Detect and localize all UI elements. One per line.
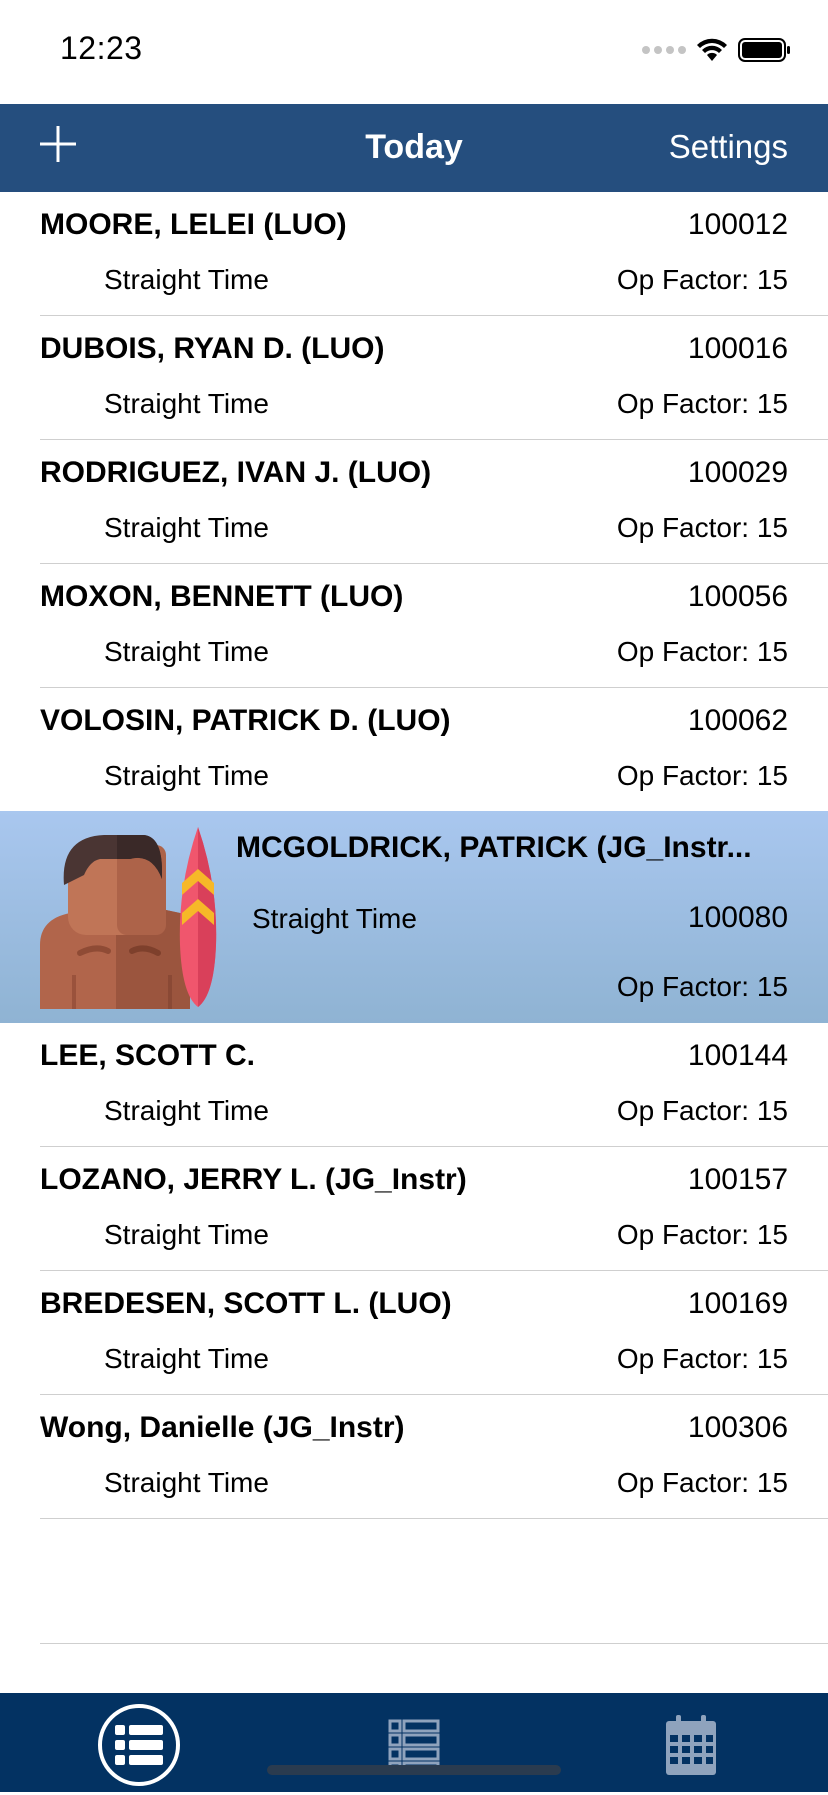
op-factor: Op Factor: 15 <box>616 1095 788 1126</box>
time-type: Straight Time <box>104 1467 269 1498</box>
list-item[interactable]: RODRIGUEZ, IVAN J. (LUO) 100029 Straight… <box>40 440 828 564</box>
employee-name: VOLOSIN, PATRICK D. (LUO) <box>40 704 451 737</box>
op-factor: Op Factor: 15 <box>616 264 788 295</box>
employee-name: MCGOLDRICK, PATRICK (JG_Instr... <box>236 831 752 864</box>
list-item[interactable]: VOLOSIN, PATRICK D. (LUO) 100062 Straigh… <box>40 688 828 812</box>
surfer-avatar-icon <box>40 827 217 1009</box>
list-item[interactable]: MOORE, LELEI (LUO) 100012 Straight Time … <box>40 192 828 316</box>
list-item[interactable]: LOZANO, JERRY L. (JG_Instr) 100157 Strai… <box>40 1147 828 1271</box>
list-item[interactable]: MOXON, BENNETT (LUO) 100056 Straight Tim… <box>40 564 828 688</box>
employee-name: RODRIGUEZ, IVAN J. (LUO) <box>40 456 432 489</box>
employee-number: 100306 <box>687 1411 788 1444</box>
status-bar: 12:23 <box>0 0 828 104</box>
tab-bar <box>0 1693 828 1792</box>
time-type: Straight Time <box>104 512 269 543</box>
cellular-signal-icon <box>642 46 686 54</box>
battery-icon <box>738 38 790 62</box>
employee-name: BREDESEN, SCOTT L. (LUO) <box>40 1287 452 1320</box>
employee-number: 100062 <box>687 704 788 737</box>
op-factor: Op Factor: 15 <box>616 1343 788 1374</box>
employee-name: LOZANO, JERRY L. (JG_Instr) <box>40 1163 467 1196</box>
op-factor: Op Factor: 15 <box>616 971 788 1002</box>
time-type: Straight Time <box>104 1095 269 1126</box>
time-type: Straight Time <box>252 903 417 934</box>
list-item[interactable]: BREDESEN, SCOTT L. (LUO) 100169 Straight… <box>40 1271 828 1395</box>
op-factor: Op Factor: 15 <box>616 1219 788 1250</box>
selected-list-item[interactable]: MCGOLDRICK, PATRICK (JG_Instr... Straigh… <box>0 811 828 1023</box>
list-icon[interactable] <box>97 1703 181 1787</box>
op-factor: Op Factor: 15 <box>616 1467 788 1498</box>
op-factor: Op Factor: 15 <box>616 636 788 667</box>
employee-number: 100080 <box>687 901 788 934</box>
calendar-icon[interactable] <box>652 1711 736 1795</box>
employee-number: 100012 <box>687 208 788 241</box>
op-factor: Op Factor: 15 <box>616 760 788 791</box>
grid-list-icon[interactable] <box>372 1711 456 1795</box>
list-item[interactable]: LEE, SCOTT C. 100144 Straight Time Op Fa… <box>40 1023 828 1147</box>
employee-name: MOXON, BENNETT (LUO) <box>40 580 404 613</box>
employee-name: MOORE, LELEI (LUO) <box>40 208 347 241</box>
list-divider <box>40 1643 828 1644</box>
home-indicator[interactable] <box>267 1765 561 1775</box>
employee-number: 100157 <box>687 1163 788 1196</box>
time-type: Straight Time <box>104 388 269 419</box>
list-item[interactable]: DUBOIS, RYAN D. (LUO) 100016 Straight Ti… <box>40 316 828 440</box>
status-time: 12:23 <box>60 30 143 66</box>
employee-name: Wong, Danielle (JG_Instr) <box>40 1411 405 1444</box>
employee-number: 100169 <box>687 1287 788 1320</box>
nav-bar: Today Settings <box>0 104 828 192</box>
settings-button[interactable]: Settings <box>669 128 788 166</box>
status-icons <box>642 36 792 64</box>
time-type: Straight Time <box>104 264 269 295</box>
employee-number: 100144 <box>687 1039 788 1072</box>
employee-name: LEE, SCOTT C. <box>40 1039 256 1072</box>
time-type: Straight Time <box>104 1219 269 1250</box>
op-factor: Op Factor: 15 <box>616 512 788 543</box>
time-type: Straight Time <box>104 1343 269 1374</box>
employee-name: DUBOIS, RYAN D. (LUO) <box>40 332 385 365</box>
time-type: Straight Time <box>104 636 269 667</box>
wifi-icon <box>697 38 727 61</box>
employee-list: MOORE, LELEI (LUO) 100012 Straight Time … <box>0 192 828 1519</box>
employee-number: 100016 <box>687 332 788 365</box>
time-type: Straight Time <box>104 760 269 791</box>
op-factor: Op Factor: 15 <box>616 388 788 419</box>
employee-number: 100056 <box>687 580 788 613</box>
list-item[interactable]: Wong, Danielle (JG_Instr) 100306 Straigh… <box>40 1395 828 1519</box>
employee-number: 100029 <box>687 456 788 489</box>
